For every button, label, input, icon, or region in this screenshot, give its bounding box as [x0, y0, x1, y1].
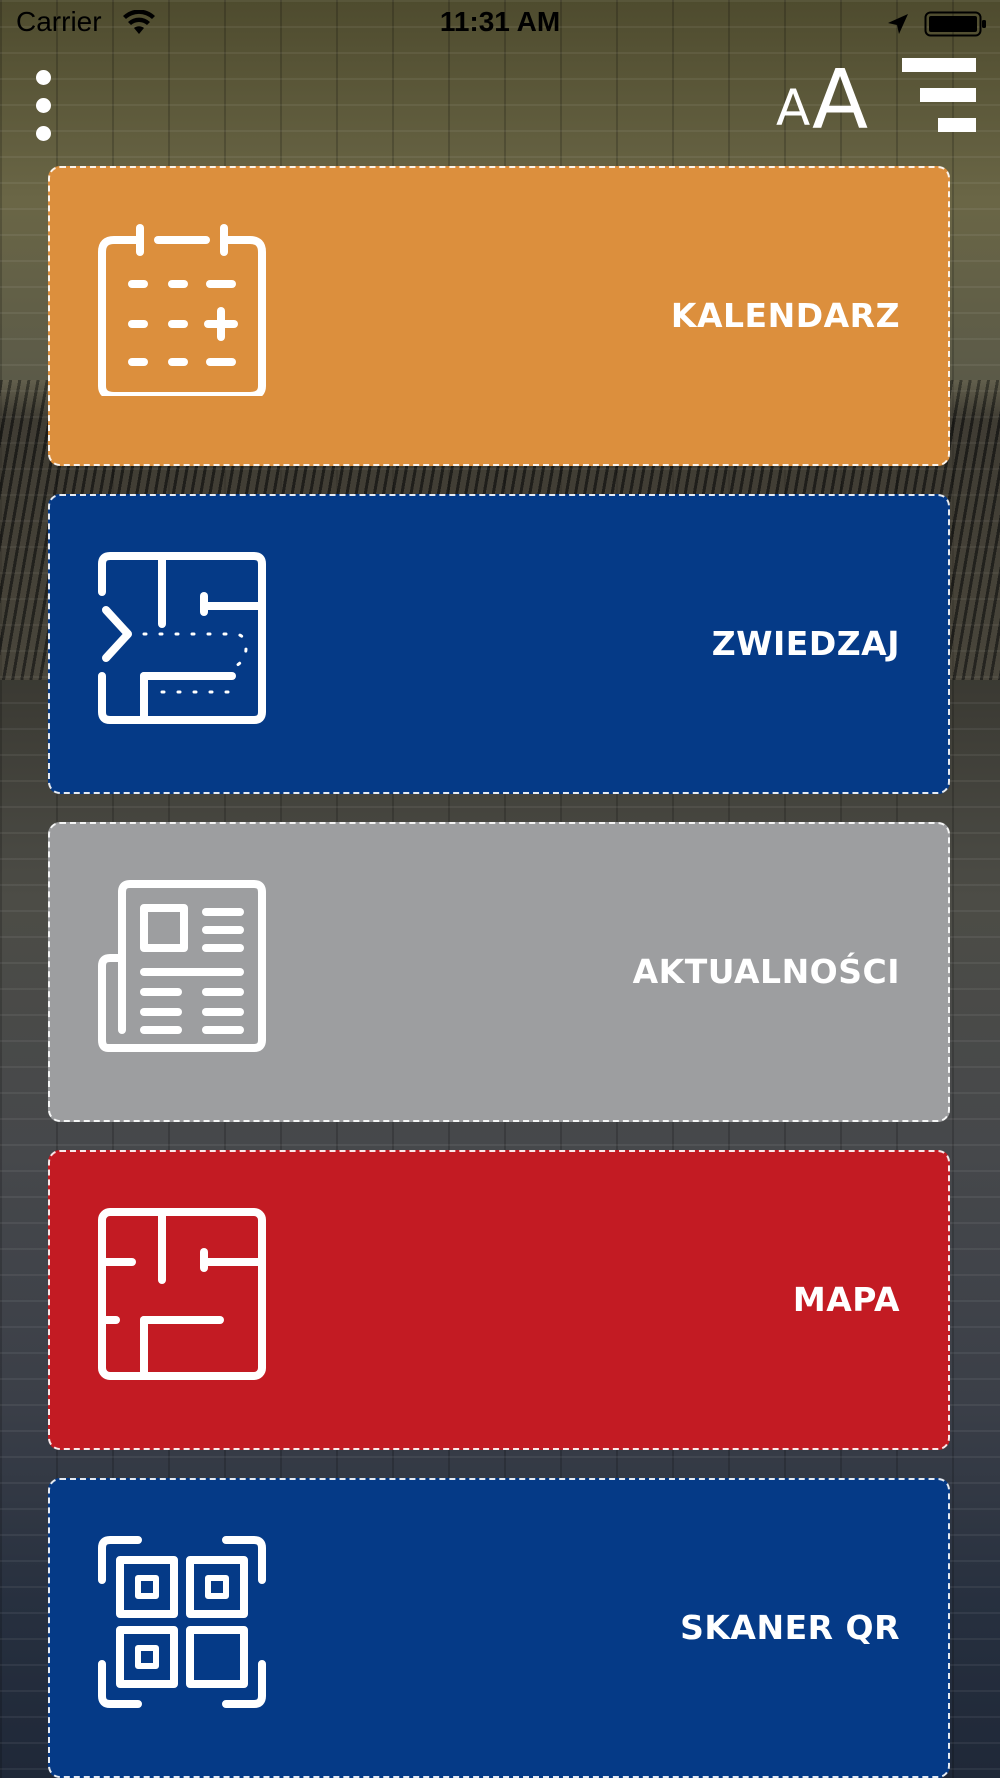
- tile-map[interactable]: MAPA: [48, 1150, 950, 1450]
- tile-label: MAPA: [792, 1280, 900, 1319]
- battery-icon: [924, 11, 986, 37]
- vertical-dots-icon: [36, 126, 51, 141]
- calendar-add-icon: [98, 224, 266, 396]
- hamburger-menu-icon: [938, 118, 976, 132]
- floor-plan-icon: [98, 1208, 266, 1380]
- status-bar: Carrier 11:31 AM: [0, 0, 1000, 50]
- tile-label: ZWIEDZAJ: [711, 624, 900, 663]
- vertical-dots-icon: [36, 70, 51, 85]
- newspaper-icon: [98, 880, 266, 1052]
- more-options-button[interactable]: [26, 68, 62, 148]
- tile-label: AKTUALNOŚCI: [632, 952, 900, 991]
- hamburger-menu-icon: [902, 58, 976, 72]
- tile-explore[interactable]: ZWIEDZAJ: [48, 494, 950, 794]
- tile-label: KALENDARZ: [670, 296, 900, 335]
- tile-calendar[interactable]: KALENDARZ: [48, 166, 950, 466]
- location-arrow-icon: [888, 14, 908, 34]
- font-size-button[interactable]: A A: [770, 56, 890, 146]
- tile-qr-scanner[interactable]: SKANER QR: [48, 1478, 950, 1778]
- clock: 11:31 AM: [439, 6, 561, 37]
- hamburger-menu-icon: [920, 88, 976, 102]
- tour-route-icon: [98, 552, 266, 724]
- qr-code-icon: [98, 1536, 266, 1708]
- vertical-dots-icon: [36, 98, 51, 113]
- font-size-small-icon: A: [776, 79, 811, 137]
- font-size-large-icon: A: [812, 53, 869, 148]
- menu-button[interactable]: [902, 58, 976, 132]
- tile-label: SKANER QR: [680, 1608, 900, 1647]
- tile-news[interactable]: AKTUALNOŚCI: [48, 822, 950, 1122]
